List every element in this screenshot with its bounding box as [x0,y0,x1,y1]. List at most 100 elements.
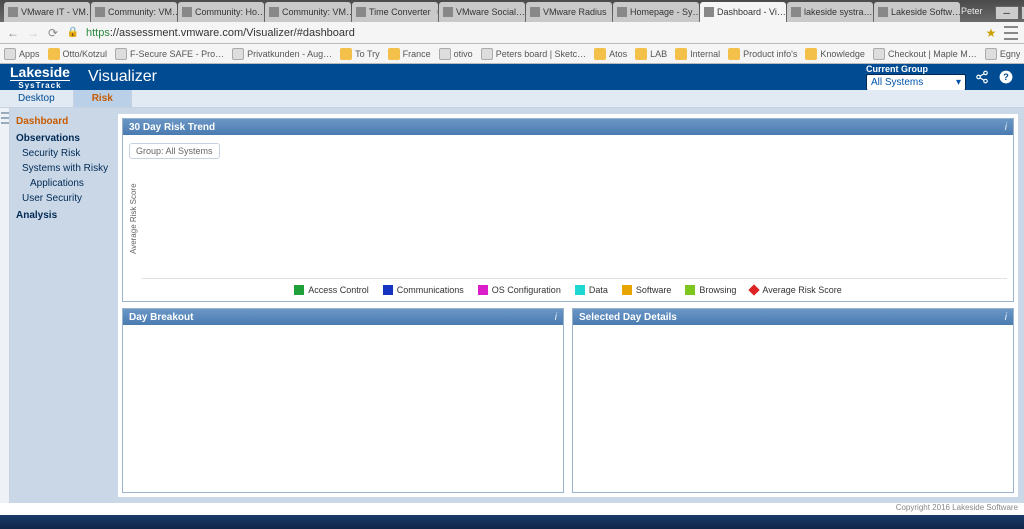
browser-window: VMware IT - VM…×Community: VM…×Community… [0,0,1024,529]
brand-logo: Lakeside SysTrack [10,65,82,90]
folder-icon [805,48,817,60]
legend-os-config[interactable]: OS Configuration [478,285,561,295]
bookmark-item[interactable]: Product info's [728,48,797,60]
panel-day-breakout-body [123,325,563,492]
trend-chart: Average Risk Score [129,159,1007,279]
group-filter-pill[interactable]: Group: All Systems [129,143,220,159]
maximize-button[interactable]: □ [1021,6,1024,20]
browser-tab[interactable]: VMware Social… × [439,2,525,22]
browser-tab[interactable]: VMware Radius× [526,2,612,22]
help-icon[interactable]: ? [998,69,1014,85]
bookmark-item[interactable]: LAB [635,48,667,60]
minimize-button[interactable]: ─ [995,6,1019,20]
bookmark-item[interactable]: Knowledge [805,48,865,60]
panel-risk-trend-body: Group: All Systems Average Risk Score Ac… [123,135,1013,301]
tab-label: VMware Social… [456,7,525,17]
browser-tab[interactable]: lakeside systra…× [787,2,873,22]
close-tab-icon[interactable]: × [436,7,438,17]
browser-tab[interactable]: Lakeside Softw…× [874,2,960,22]
favicon [356,7,366,17]
browser-tab[interactable]: VMware IT - VM…× [4,2,90,22]
favicon [8,7,18,17]
legend-access-control[interactable]: Access Control [294,285,369,295]
page-icon [4,48,16,60]
panel-day-breakout: Day Breakout i [122,308,564,493]
swatch-avg-risk [749,284,760,295]
page-icon [232,48,244,60]
panel-selected-day-header: Selected Day Details i [573,309,1013,325]
swatch-os-config [478,285,488,295]
bookmark-star-icon[interactable]: ★ [984,26,998,40]
browser-tab[interactable]: Community: Ho…× [178,2,264,22]
bookmark-item[interactable]: Internal [675,48,720,60]
bookmark-item[interactable]: Egnyte [985,48,1020,60]
nav-security-risk[interactable]: Security Risk [14,146,114,161]
bookmark-label: Otto/Kotzul [63,49,108,59]
nav-dashboard[interactable]: Dashboard [14,114,114,129]
panel-day-breakout-title: Day Breakout [129,312,193,323]
favicon [182,7,192,17]
bookmark-item[interactable]: Atos [594,48,627,60]
url-field[interactable]: https://assessment.vmware.com/Visualizer… [86,27,978,39]
bookmark-label: Apps [19,49,40,59]
page-icon [115,48,127,60]
panel-risk-trend-header: 30 Day Risk Trend i [123,119,1013,135]
back-icon[interactable]: ← [6,26,20,40]
folder-icon [340,48,352,60]
brand-name: Lakeside [10,64,70,80]
legend-browsing[interactable]: Browsing [685,285,736,295]
browser-tab[interactable]: Community: VM…× [265,2,351,22]
bookmark-item[interactable]: F-Secure SAFE - Pro… [115,48,224,60]
svg-text:?: ? [1003,72,1009,82]
bookmark-item[interactable]: Peters board | Sketc… [481,48,586,60]
share-icon[interactable] [974,69,990,85]
sub-nav: Desktop Risk [0,90,1024,108]
panel-info-icon[interactable]: i [1005,122,1007,133]
legend-communications[interactable]: Communications [383,285,464,295]
bookmark-item[interactable]: To Try [340,48,380,60]
os-taskbar[interactable] [0,515,1024,529]
panel-selected-day-body [573,325,1013,492]
legend-data[interactable]: Data [575,285,608,295]
swatch-software [622,285,632,295]
bookmark-item[interactable]: Checkout | Maple M… [873,48,977,60]
tab-risk[interactable]: Risk [74,90,132,107]
header-right: Current Group All Systems ▾ ? [866,64,1014,91]
window-controls: ─ □ ✕ [993,4,1024,22]
page-icon [439,48,451,60]
browser-tab[interactable]: Time Converter× [352,2,438,22]
bookmark-item[interactable]: Privatkunden - Aug… [232,48,332,60]
main-area: 30 Day Risk Trend i Group: All Systems A… [118,114,1018,497]
lock-icon: 🔒 [66,26,80,40]
favicon [617,7,627,17]
nav-user-security[interactable]: User Security [14,191,114,206]
nav-applications[interactable]: Applications [14,176,114,191]
current-group-select[interactable]: All Systems ▾ [866,74,966,91]
browser-menu-icon[interactable] [1004,26,1018,40]
copyright: Copyright 2016 Lakeside Software [0,503,1024,515]
panel-info-icon[interactable]: i [1005,312,1007,323]
legend-access-control-label: Access Control [308,285,369,295]
tab-desktop[interactable]: Desktop [0,90,74,107]
favicon [269,7,279,17]
browser-tab[interactable]: Homepage - Sy…× [613,2,699,22]
chart-legend: Access Control Communications OS Configu… [129,285,1007,295]
url-rest: ://assessment.vmware.com/Visualizer/#das… [110,27,355,39]
browser-tab[interactable]: Community: VM…× [91,2,177,22]
forward-icon[interactable]: → [26,26,40,40]
nav-systems-risky[interactable]: Systems with Risky [14,161,114,176]
sidebar-collapse-handle[interactable] [0,108,10,503]
legend-data-label: Data [589,285,608,295]
bookmark-label: Knowledge [820,49,865,59]
app-header: Lakeside SysTrack Visualizer Current Gro… [0,64,1024,90]
bookmark-item[interactable]: Otto/Kotzul [48,48,108,60]
legend-avg-risk[interactable]: Average Risk Score [750,285,841,295]
tab-label: Homepage - Sy… [630,7,699,17]
reload-icon[interactable]: ⟳ [46,26,60,40]
bookmark-item[interactable]: otivo [439,48,473,60]
bookmark-item[interactable]: Apps [4,48,40,60]
browser-tab[interactable]: Dashboard - Vi…× [700,2,786,22]
panel-info-icon[interactable]: i [555,312,557,323]
legend-software[interactable]: Software [622,285,672,295]
bookmark-item[interactable]: France [388,48,431,60]
